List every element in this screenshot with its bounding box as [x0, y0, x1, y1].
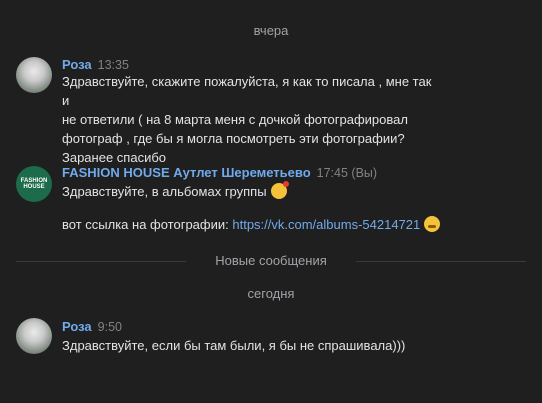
message-text: Здравствуйте, скажите пожалуйста, я как … — [62, 72, 434, 167]
message-time[interactable]: 13:35 — [98, 58, 129, 72]
new-messages-separator: Новые сообщения — [16, 253, 526, 268]
message-line: Здравствуйте, в альбомах группы — [62, 181, 522, 201]
message-header: FASHION HOUSE Аутлет Шереметьево 17:45 (В… — [62, 165, 377, 180]
message-time[interactable]: 9:50 — [98, 320, 122, 334]
avatar[interactable] — [16, 318, 52, 354]
message-line: вот ссылка на фотографии: https://vk.com… — [62, 215, 522, 234]
avatar[interactable]: FASHION HOUSE — [16, 166, 52, 202]
album-link[interactable]: https://vk.com/albums-54214721 — [232, 217, 420, 232]
message-header: Роза 13:35 — [62, 57, 129, 72]
author-name[interactable]: FASHION HOUSE Аутлет Шереметьево — [62, 165, 311, 180]
author-name[interactable]: Роза — [62, 57, 92, 72]
author-name[interactable]: Роза — [62, 319, 92, 334]
date-separator-yesterday: вчера — [253, 23, 289, 38]
date-separator-today: сегодня — [247, 286, 295, 301]
message-line: Здравствуйте, скажите пожалуйста, я как … — [62, 74, 432, 108]
fashion-house-logo: FASHION HOUSE — [20, 178, 48, 190]
message-text: Здравствуйте, в альбомах группы вот ссыл… — [62, 181, 522, 234]
message-line: Здравствуйте, если бы там были, я бы не … — [62, 338, 406, 353]
message-time[interactable]: 17:45 (Вы) — [317, 166, 377, 180]
message-line: не ответили ( на 8 марта меня с дочкой ф… — [62, 112, 408, 127]
message-text: Здравствуйте, если бы там были, я бы не … — [62, 336, 522, 355]
new-messages-label: Новые сообщения — [215, 253, 327, 268]
message-header: Роза 9:50 — [62, 319, 122, 334]
message-line: фотограф , где бы я могла посмотреть эти… — [62, 131, 405, 146]
smiling-face-with-hearts-icon — [270, 181, 289, 199]
avatar[interactable] — [16, 57, 52, 93]
message-line-text: вот ссылка на фотографии: — [62, 217, 233, 232]
message-line-text: Здравствуйте, в альбомах группы — [62, 184, 267, 199]
hugging-face-icon — [424, 216, 441, 232]
